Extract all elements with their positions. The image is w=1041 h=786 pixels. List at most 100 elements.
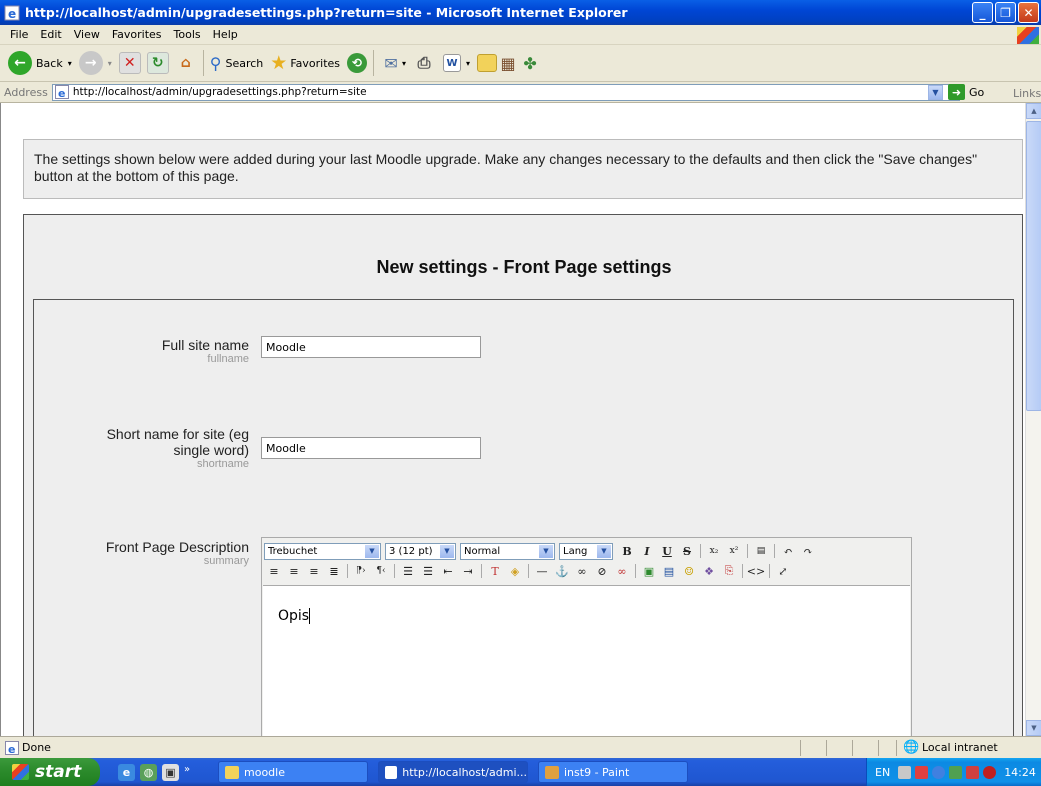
security-zone: Local intranet (922, 741, 998, 754)
justify-icon[interactable]: ≣ (326, 563, 342, 579)
clean-word-icon[interactable]: ▤ (753, 543, 769, 559)
link-icon[interactable]: ∞ (574, 563, 590, 579)
back-dropdown-icon[interactable]: ▾ (68, 59, 72, 68)
bold-icon[interactable]: B (619, 543, 635, 559)
horizontal-rule-icon[interactable]: — (534, 563, 550, 579)
task-label: http://localhost/admi... (402, 765, 527, 779)
menu-view[interactable]: View (68, 28, 106, 41)
align-center-icon[interactable]: ≡ (286, 563, 302, 579)
back-button[interactable]: ← Back ▾ (8, 51, 72, 75)
edit-button[interactable]: W ▾ (443, 54, 470, 72)
mail-dropdown-icon[interactable]: ▾ (402, 59, 406, 68)
format-select[interactable]: Normal ▼ (460, 542, 555, 560)
minimize-icon[interactable]: _ (972, 2, 993, 23)
address-bar: Address e http://localhost/admin/upgrade… (0, 82, 1041, 103)
font-select[interactable]: Trebuchet ▼ (264, 542, 381, 560)
language-indicator[interactable]: EN (875, 766, 890, 779)
editor-text-area[interactable]: Opis (263, 585, 910, 736)
menu-file[interactable]: File (4, 28, 34, 41)
mail-button[interactable]: ✉ ▾ (380, 52, 406, 74)
unordered-list-icon[interactable]: ☰ (420, 563, 436, 579)
window-title-bar[interactable]: e http://localhost/admin/upgradesettings… (0, 0, 1041, 25)
tray-app-icon[interactable] (898, 765, 912, 779)
subscript-icon[interactable]: x₂ (706, 543, 722, 559)
tray-app-icon[interactable] (932, 765, 946, 779)
insert-table-icon[interactable]: ▤ (661, 563, 677, 579)
indent-icon[interactable]: ⇥ (460, 563, 476, 579)
strikethrough-icon[interactable]: S (679, 543, 695, 559)
align-right-icon[interactable]: ≡ (306, 563, 322, 579)
messenger-icon[interactable]: ✤ (519, 52, 541, 74)
anchor-icon[interactable]: ⚓ (554, 563, 570, 579)
scrollbar-thumb[interactable] (1026, 121, 1041, 411)
special-char-icon[interactable]: ❖ (701, 563, 717, 579)
forward-dropdown-icon[interactable]: ▾ (108, 59, 112, 68)
menu-tools[interactable]: Tools (168, 28, 207, 41)
go-button[interactable]: ➜ Go (948, 84, 984, 100)
ordered-list-icon[interactable]: ☰ (400, 563, 416, 579)
task-label: inst9 - Paint (564, 765, 630, 779)
fullscreen-icon[interactable]: ⤢ (775, 563, 791, 579)
html-source-icon[interactable]: <> (747, 563, 765, 579)
browser-quicklaunch-icon[interactable]: ◍ (140, 763, 157, 781)
unlink-icon[interactable]: ⊘ (594, 563, 610, 579)
undo-icon[interactable]: ↶ (780, 543, 796, 559)
favorites-button[interactable]: ★ Favorites (270, 52, 340, 74)
scroll-down-icon[interactable]: ▼ (1026, 720, 1041, 736)
search-button[interactable]: ⚲ Search (210, 54, 264, 73)
menu-favorites[interactable]: Favorites (106, 28, 168, 41)
nolink-icon[interactable]: ∞ (614, 563, 630, 579)
edit-dropdown-icon[interactable]: ▾ (466, 59, 470, 68)
insert-image-icon[interactable]: ▣ (641, 563, 657, 579)
paint-icon (545, 765, 559, 779)
research-icon[interactable]: ▦ (497, 52, 519, 74)
home-icon[interactable]: ⌂ (175, 52, 197, 74)
close-icon[interactable]: ✕ (1018, 2, 1039, 23)
search-label: Search (225, 56, 264, 70)
outdent-icon[interactable]: ⇤ (440, 563, 456, 579)
security-alert-icon[interactable] (966, 765, 980, 779)
antivirus-icon[interactable] (983, 765, 997, 779)
background-color-icon[interactable]: ◈ (507, 563, 523, 579)
address-input[interactable]: e http://localhost/admin/upgradesettings… (51, 83, 960, 101)
shortname-input[interactable] (261, 437, 481, 459)
search-replace-icon[interactable]: ⎘ (721, 563, 737, 579)
lang-select[interactable]: Lang ▼ (559, 542, 613, 560)
superscript-icon[interactable]: x² (726, 543, 742, 559)
menu-edit[interactable]: Edit (34, 28, 67, 41)
settings-form-box: New settings - Front Page settings Full … (23, 214, 1023, 736)
page-scrollbar[interactable]: ▲ ▼ (1025, 103, 1041, 736)
menu-help[interactable]: Help (207, 28, 244, 41)
links-button[interactable]: Links (1013, 87, 1041, 100)
task-ie[interactable]: http://localhost/admi... (378, 761, 528, 783)
settings-fieldset: Full site name fullname Short name for s… (33, 299, 1014, 736)
shortname-label-text: Short name for site (eg single word) (106, 426, 249, 458)
start-button[interactable]: start (0, 758, 100, 786)
network-icon[interactable] (949, 765, 963, 779)
task-paint[interactable]: inst9 - Paint (538, 761, 688, 783)
underline-icon[interactable]: U (659, 543, 675, 559)
tray-app-icon[interactable] (915, 765, 929, 779)
size-select[interactable]: 3 (12 pt) ▼ (385, 542, 456, 560)
save-quicklaunch-icon[interactable]: ▣ (162, 763, 179, 781)
discuss-icon[interactable] (477, 54, 498, 72)
maximize-icon[interactable]: ❐ (995, 2, 1016, 23)
smiley-icon[interactable]: ☺ (681, 563, 697, 579)
text-color-icon[interactable]: T (487, 563, 503, 579)
print-icon[interactable]: ⎙ (413, 52, 435, 74)
ltr-icon[interactable]: ⁋› (353, 563, 369, 579)
refresh-icon[interactable]: ↻ (146, 52, 169, 74)
address-dropdown-icon[interactable]: ▼ (928, 85, 943, 100)
rtl-icon[interactable]: ¶‹ (373, 563, 389, 579)
fullname-input[interactable] (261, 336, 481, 358)
scroll-up-icon[interactable]: ▲ (1026, 103, 1041, 119)
task-moodle[interactable]: moodle (218, 761, 368, 783)
align-left-icon[interactable]: ≡ (266, 563, 282, 579)
ie-quicklaunch-icon[interactable]: e (118, 763, 135, 781)
italic-icon[interactable]: I (639, 543, 655, 559)
chevron-right-icon[interactable]: » (184, 764, 190, 781)
history-icon[interactable]: ⟲ (347, 53, 368, 73)
redo-icon[interactable]: ↷ (800, 543, 816, 559)
stop-icon[interactable]: ✕ (118, 52, 141, 74)
forward-button[interactable]: → ▾ (78, 51, 112, 75)
